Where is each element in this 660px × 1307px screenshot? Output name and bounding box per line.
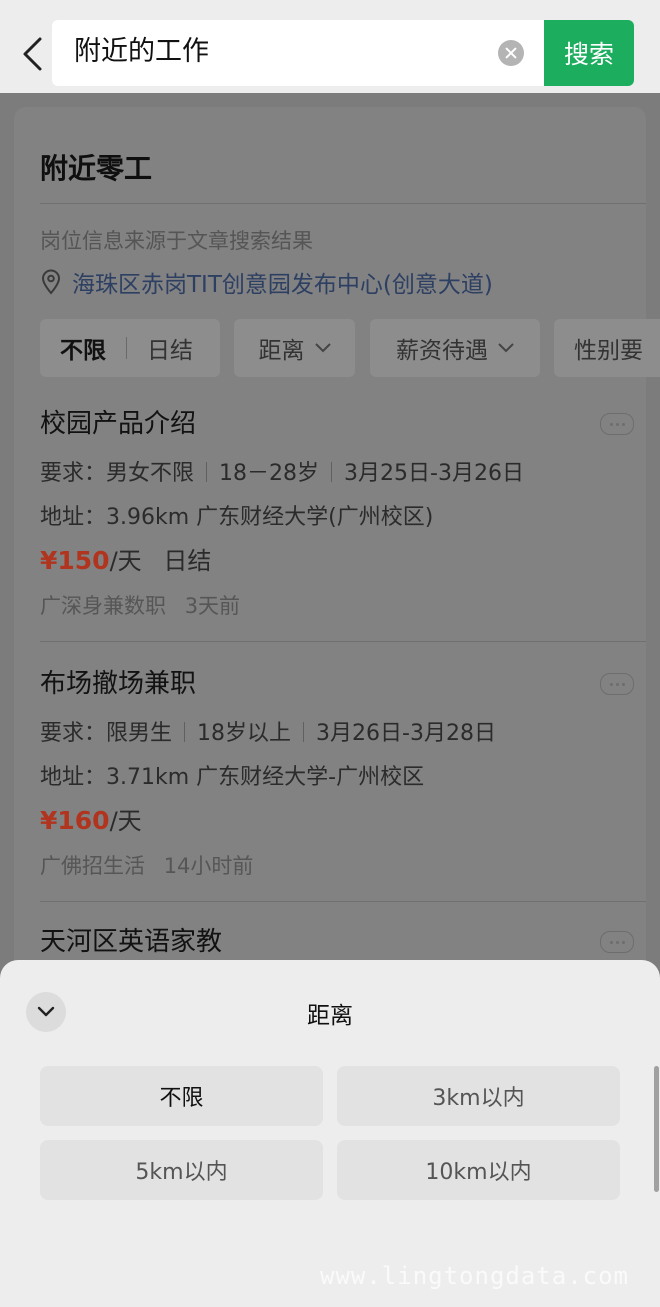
job-address: 地址：3.96km 广东财经大学(广州校区) xyxy=(40,505,434,530)
job-requirements: 要求：男女不限 18－28岁 3月25日-3月26日 xyxy=(40,455,620,487)
distance-option-unlimited[interactable]: 不限 xyxy=(40,1066,323,1126)
distance-option-10km[interactable]: 10km以内 xyxy=(337,1140,620,1200)
salary-amount: ¥150 xyxy=(40,546,110,575)
filter-salary-label: 薪资待遇 xyxy=(396,338,488,364)
filter-distance[interactable]: 距离 xyxy=(234,319,355,377)
search-button[interactable]: 搜索 xyxy=(544,20,634,86)
req-label: 要求： xyxy=(40,721,107,746)
req-dates: 3月26日-3月28日 xyxy=(316,721,496,746)
filter-distance-label: 距离 xyxy=(258,338,305,364)
sheet-title: 距离 xyxy=(307,1003,353,1029)
req-dates: 3月25日-3月26日 xyxy=(344,461,524,486)
req-gender: 男女不限 xyxy=(106,461,195,486)
chevron-down-icon xyxy=(498,343,514,353)
job-item[interactable]: 天河区英语家教 xyxy=(40,921,634,961)
job-meta: 广佛招生活 14小时前 xyxy=(40,850,620,880)
salary-unit: /天 xyxy=(109,547,142,575)
back-arrow-icon[interactable] xyxy=(20,36,48,72)
card-title: 附近零工 xyxy=(40,152,153,185)
watermark: www.lingtongdata.com xyxy=(320,1262,629,1290)
salary-amount: ¥160 xyxy=(40,806,110,835)
divider xyxy=(40,203,646,204)
filter-unlimited[interactable]: 不限 xyxy=(60,331,106,365)
filter-salary[interactable]: 薪资待遇 xyxy=(370,319,540,377)
job-meta: 广深身兼数职 3天前 xyxy=(40,590,620,620)
job-salary: ¥160/天 xyxy=(40,801,620,836)
job-source: 广佛招生活 xyxy=(40,854,145,878)
clear-icon[interactable] xyxy=(498,40,524,66)
chevron-down-icon xyxy=(314,343,331,353)
more-icon[interactable] xyxy=(600,413,634,435)
job-time: 14小时前 xyxy=(163,854,254,878)
filter-daily[interactable]: 日结 xyxy=(147,331,193,365)
segment-divider xyxy=(126,337,127,359)
search-box xyxy=(52,20,544,86)
filter-bar: 不限 日结 距离 薪资待遇 性别要 xyxy=(40,319,660,377)
distance-option-5km[interactable]: 5km以内 xyxy=(40,1140,323,1200)
job-source: 广深身兼数职 xyxy=(40,594,166,618)
req-gender: 限男生 xyxy=(106,721,173,746)
job-title: 校园产品介绍 xyxy=(40,409,197,439)
scrollbar[interactable] xyxy=(654,1066,659,1192)
req-label: 要求： xyxy=(40,461,107,486)
location-row[interactable]: 海珠区赤岗TIT创意园发布中心(创意大道) xyxy=(40,265,493,299)
salary-type: 日结 xyxy=(163,547,212,575)
job-title: 布场撤场兼职 xyxy=(40,669,197,699)
req-age: 18岁以上 xyxy=(197,721,292,746)
divider xyxy=(40,901,646,902)
more-icon[interactable] xyxy=(600,931,634,953)
job-requirements: 要求：限男生 18岁以上 3月26日-3月28日 xyxy=(40,715,620,747)
distance-option-3km[interactable]: 3km以内 xyxy=(337,1066,620,1126)
filter-gender[interactable]: 性别要 xyxy=(554,319,660,377)
more-icon[interactable] xyxy=(600,673,634,695)
job-time: 3天前 xyxy=(184,594,241,618)
distance-bottom-sheet: 距离 不限 3km以内 5km以内 10km以内 xyxy=(0,960,660,1307)
divider xyxy=(40,641,646,642)
req-age: 18－28岁 xyxy=(219,461,320,486)
settlement-segment: 不限 日结 xyxy=(40,319,220,377)
job-address: 地址：3.71km 广东财经大学-广州校区 xyxy=(40,765,425,790)
location-pin-icon xyxy=(41,269,61,295)
search-input[interactable] xyxy=(74,34,484,70)
location-text: 海珠区赤岗TIT创意园发布中心(创意大道) xyxy=(72,272,493,298)
job-item[interactable]: 校园产品介绍 要求：男女不限 18－28岁 3月25日-3月26日 地址：3.96k… xyxy=(40,403,634,620)
job-item[interactable]: 布场撤场兼职 要求：限男生 18岁以上 3月26日-3月28日 地址：3.71km … xyxy=(40,663,634,880)
job-salary: ¥150/天 日结 xyxy=(40,541,620,576)
top-bar: 搜索 xyxy=(0,0,660,93)
salary-unit: /天 xyxy=(109,807,142,835)
filter-gender-label: 性别要 xyxy=(574,338,643,364)
job-title: 天河区英语家教 xyxy=(40,927,223,957)
source-note: 岗位信息来源于文章搜索结果 xyxy=(40,229,313,253)
